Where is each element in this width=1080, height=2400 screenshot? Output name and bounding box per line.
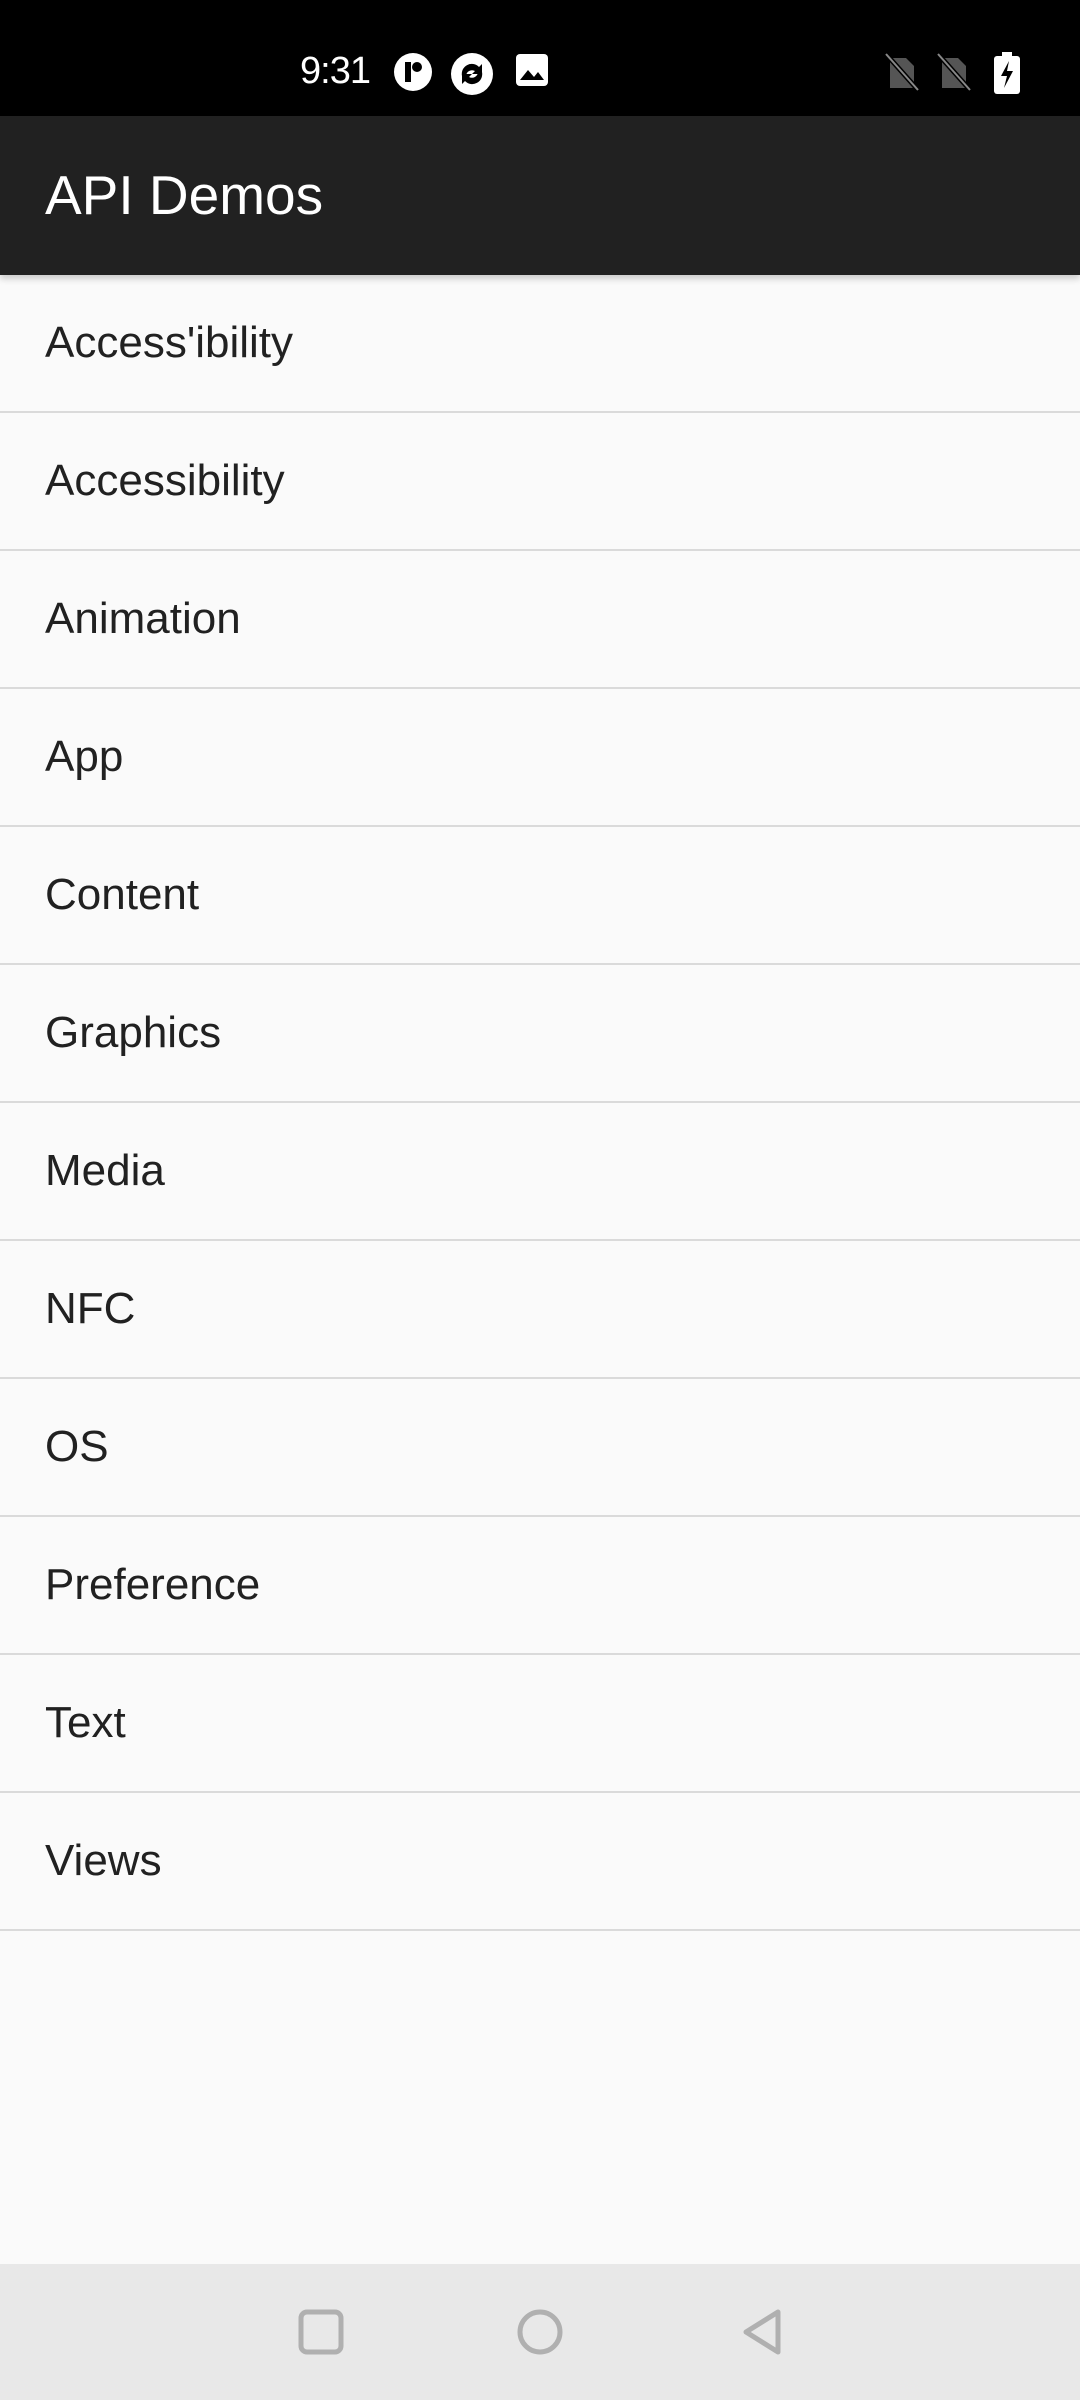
list-item-content[interactable]: Content: [0, 827, 1080, 965]
back-icon: [743, 2309, 781, 2355]
list-item-graphics[interactable]: Graphics: [0, 965, 1080, 1103]
app-notification-icon: [393, 52, 433, 92]
recents-button[interactable]: [273, 2284, 369, 2380]
navigation-bar: [0, 2264, 1080, 2400]
list-item-label: Graphics: [45, 1008, 222, 1057]
home-icon: [517, 2309, 563, 2355]
demo-list: Access'ibility Accessibility Animation A…: [0, 275, 1080, 1931]
recents-icon: [298, 2309, 344, 2355]
image-icon: [514, 52, 554, 92]
back-button[interactable]: [714, 2284, 810, 2380]
status-bar: 9:31: [0, 0, 1080, 116]
list-item-os[interactable]: OS: [0, 1379, 1080, 1517]
list-item-label: Animation: [45, 594, 241, 643]
list-item-label: OS: [45, 1422, 109, 1471]
home-button[interactable]: [492, 2284, 588, 2380]
list-item-label: Accessibility: [45, 456, 285, 505]
list-item-label: Views: [45, 1836, 162, 1885]
no-sim-icon: [936, 52, 976, 92]
page-title: API Demos: [45, 164, 324, 226]
list-item-animation[interactable]: Animation: [0, 551, 1080, 689]
list-item-app[interactable]: App: [0, 689, 1080, 827]
status-time: 9:31: [300, 50, 371, 92]
list-item-label: Media: [45, 1146, 165, 1195]
list-item-label: Preference: [45, 1560, 261, 1609]
list-item-nfc[interactable]: NFC: [0, 1241, 1080, 1379]
list-item-accessibility[interactable]: Accessibility: [0, 413, 1080, 551]
list-item-label: Text: [45, 1698, 126, 1747]
list-item-label: Access'ibility: [45, 318, 294, 367]
battery-charging-icon: [992, 52, 1032, 94]
list-item-preference[interactable]: Preference: [0, 1517, 1080, 1655]
sync-icon: [450, 52, 493, 95]
list-item-views[interactable]: Views: [0, 1793, 1080, 1931]
list-item-text[interactable]: Text: [0, 1655, 1080, 1793]
list-item-label: NFC: [45, 1284, 136, 1333]
no-sim-icon: [884, 52, 924, 92]
app-bar: API Demos: [0, 116, 1080, 275]
list-item-label: Content: [45, 870, 200, 919]
list-item-media[interactable]: Media: [0, 1103, 1080, 1241]
list-item-accessibility-quote[interactable]: Access'ibility: [0, 275, 1080, 413]
list-item-label: App: [45, 732, 124, 781]
